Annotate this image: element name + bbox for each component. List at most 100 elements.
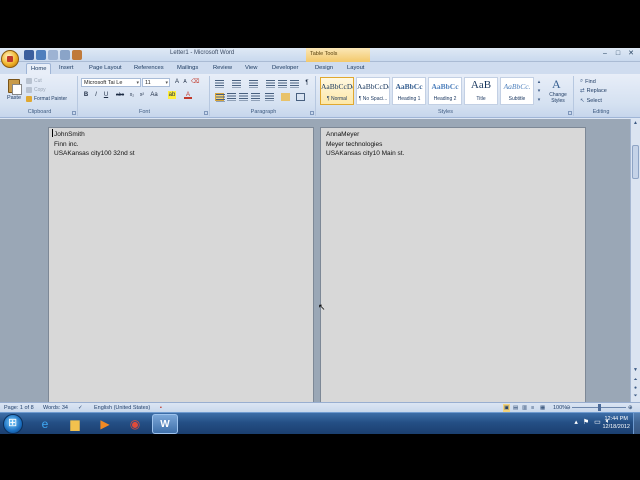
tab-home[interactable]: Home: [26, 63, 52, 74]
file-explorer-icon[interactable]: ▆: [62, 414, 88, 434]
page-line[interactable]: Finn inc.: [54, 140, 135, 150]
page-line[interactable]: USAKansas city100 32nd st: [54, 149, 135, 159]
align-center-icon[interactable]: [227, 93, 236, 101]
font-name-select[interactable]: Microsoft Tai Le ▾: [81, 78, 141, 87]
increase-indent-icon[interactable]: [278, 80, 287, 88]
page-count[interactable]: Page: 1 of 8: [4, 404, 34, 412]
page-line[interactable]: Meyer technologies: [326, 140, 404, 150]
media-player-icon[interactable]: ▶: [92, 414, 118, 434]
customize-toolbar-icon[interactable]: [60, 50, 70, 60]
numbering-icon[interactable]: [232, 80, 241, 88]
language-indicator[interactable]: English (United States): [94, 404, 150, 412]
next-page-icon[interactable]: ⏷: [632, 393, 639, 400]
font-size-select[interactable]: 11 ▾: [142, 78, 170, 87]
proofing-icon[interactable]: ✓: [78, 404, 83, 412]
paste-button[interactable]: Paste: [6, 78, 22, 104]
select-button[interactable]: ↖ Select: [580, 98, 602, 104]
page-line[interactable]: JohnSmith: [54, 130, 135, 140]
styles-dialog-launcher[interactable]: [568, 111, 572, 115]
styles-gallery-scroll[interactable]: ▴ ▾ ▾: [536, 78, 542, 106]
full-screen-reading-icon[interactable]: ▤: [513, 404, 518, 412]
subscript-icon[interactable]: x₂: [128, 91, 136, 99]
tab-developer[interactable]: Developer: [268, 63, 302, 74]
format-painter-button[interactable]: Format Painter: [26, 96, 67, 102]
taskbar-clock[interactable]: 12:44 PM 12/18/2012: [602, 415, 630, 431]
style-heading-1[interactable]: AaBbCc Heading 1: [392, 77, 426, 105]
style-title[interactable]: AaB Title: [464, 77, 498, 105]
tab-insert[interactable]: Insert: [55, 63, 78, 74]
tab-references[interactable]: References: [130, 63, 168, 74]
find-button[interactable]: ⌕ Find: [580, 78, 596, 85]
style-normal[interactable]: AaBbCcDc ¶ Normal: [320, 77, 354, 105]
scroll-up-icon[interactable]: ▲: [632, 120, 639, 127]
cut-button[interactable]: Cut: [26, 78, 42, 84]
previous-page-icon[interactable]: ⏶: [632, 377, 639, 384]
font-color-icon[interactable]: A: [184, 91, 192, 99]
shading-icon[interactable]: [281, 93, 290, 101]
zoom-level[interactable]: 100%: [553, 404, 567, 412]
show-formatting-marks-icon[interactable]: ¶: [303, 79, 311, 87]
web-layout-icon[interactable]: ▥: [522, 404, 527, 412]
tab-page-layout[interactable]: Page Layout: [85, 63, 126, 74]
maximize-icon[interactable]: □: [613, 49, 623, 58]
borders-icon[interactable]: [296, 93, 305, 101]
replace-button[interactable]: ⇄ Replace: [580, 88, 607, 94]
tab-view[interactable]: View: [241, 63, 261, 74]
paragraph-dialog-launcher[interactable]: [310, 111, 314, 115]
show-hidden-icons-icon[interactable]: ▴: [574, 418, 578, 426]
zoom-out-icon[interactable]: ⊖: [566, 404, 571, 412]
grow-font-icon[interactable]: A: [173, 78, 181, 86]
sort-icon[interactable]: [290, 80, 299, 88]
bullets-icon[interactable]: [215, 80, 224, 88]
minimize-icon[interactable]: –: [600, 49, 610, 58]
align-right-icon[interactable]: [239, 93, 248, 101]
style-subtitle[interactable]: AaBbCc. Subtitle: [500, 77, 534, 105]
bold-icon[interactable]: B: [82, 91, 90, 99]
office-button[interactable]: [1, 50, 19, 68]
superscript-icon[interactable]: x²: [138, 91, 146, 99]
show-desktop-button[interactable]: [633, 413, 640, 434]
tab-mailings[interactable]: Mailings: [173, 63, 202, 74]
chrome-icon[interactable]: ◉: [122, 414, 148, 434]
vertical-scrollbar[interactable]: ▲ ▼ ⏶ ● ⏷: [630, 119, 640, 402]
strikethrough-icon[interactable]: abc: [116, 91, 124, 99]
font-dialog-launcher[interactable]: [204, 111, 208, 115]
outline-view-icon[interactable]: ≡: [531, 404, 534, 412]
align-left-icon[interactable]: [215, 93, 225, 102]
page-line[interactable]: USAKansas city10 Main st.: [326, 149, 404, 159]
select-browse-object-icon[interactable]: ●: [632, 385, 639, 392]
tab-layout[interactable]: Layout: [343, 63, 368, 74]
redo-icon[interactable]: [48, 50, 58, 60]
tab-design[interactable]: Design: [311, 63, 337, 74]
copy-button[interactable]: Copy: [26, 87, 46, 93]
highlight-icon[interactable]: ab: [168, 91, 176, 99]
justify-icon[interactable]: [251, 93, 260, 101]
network-icon[interactable]: ▭: [594, 418, 601, 426]
style-heading-2[interactable]: AaBbCc Heading 2: [428, 77, 462, 105]
document-page-right[interactable]: AnnaMeyer Meyer technologies USAKansas c…: [320, 127, 586, 407]
draft-view-icon[interactable]: ▦: [540, 404, 545, 412]
scrollbar-thumb[interactable]: [632, 145, 639, 179]
change-styles-button[interactable]: A Change Styles: [545, 77, 571, 107]
page-line[interactable]: AnnaMeyer: [326, 130, 404, 140]
word-taskbar-icon[interactable]: W: [152, 414, 178, 434]
close-icon[interactable]: ✕: [626, 49, 636, 58]
start-button[interactable]: [3, 414, 23, 434]
macro-record-icon[interactable]: ▪: [160, 404, 162, 412]
zoom-in-icon[interactable]: ⊕: [628, 404, 633, 412]
flag-icon[interactable]: ⚑: [583, 418, 589, 426]
tab-review[interactable]: Review: [209, 63, 236, 74]
save-icon[interactable]: [24, 50, 34, 60]
clipboard-dialog-launcher[interactable]: [72, 111, 76, 115]
internet-explorer-icon[interactable]: e: [32, 414, 58, 434]
scroll-down-icon[interactable]: ▼: [632, 367, 639, 374]
line-spacing-icon[interactable]: [265, 93, 274, 101]
zoom-slider-knob[interactable]: [598, 404, 601, 411]
undo-icon[interactable]: [36, 50, 46, 60]
print-layout-view-icon[interactable]: ▣: [503, 404, 511, 412]
right-page-text[interactable]: AnnaMeyer Meyer technologies USAKansas c…: [326, 130, 404, 159]
document-page-left[interactable]: JohnSmith Finn inc. USAKansas city100 32…: [48, 127, 314, 407]
clear-formatting-icon[interactable]: ⌫: [191, 78, 199, 86]
underline-icon[interactable]: U: [102, 91, 110, 99]
change-case-icon[interactable]: Aa: [150, 91, 158, 99]
